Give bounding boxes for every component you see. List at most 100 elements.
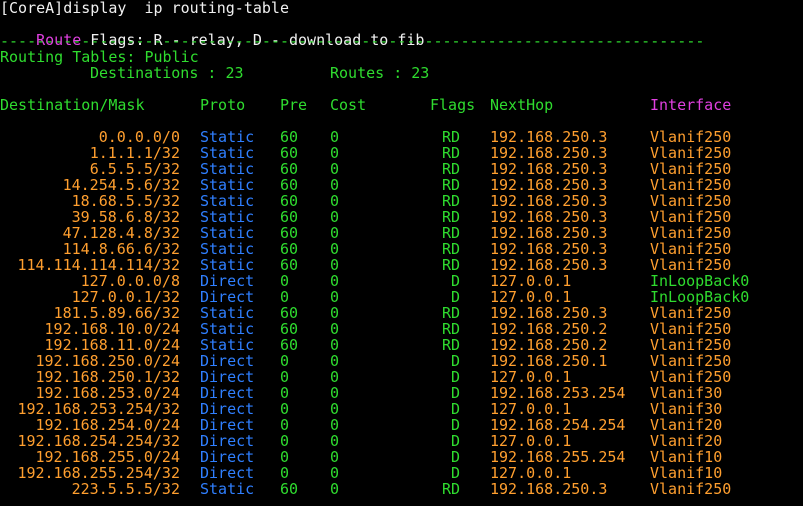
route-nexthop: 192.168.253.254 <box>490 384 626 402</box>
route-interface: Vlanif250 <box>650 352 732 370</box>
route-preference: 60 <box>280 224 299 242</box>
route-proto: Static <box>200 304 255 322</box>
route-preference: 0 <box>280 416 290 434</box>
route-proto: Direct <box>200 352 255 370</box>
route-interface: Vlanif250 <box>650 240 732 258</box>
route-preference: 0 <box>280 368 290 386</box>
table-row: 18.68.5.5/32 Static 60 0 RD 192.168.250.3 Vlan… <box>0 193 803 209</box>
route-destination: 192.168.253.0/24 <box>35 384 181 402</box>
route-flags: D <box>450 368 460 386</box>
table-row: 6.5.5.5/32 Static 60 0 RD 192.168.250.3 Vlanif… <box>0 161 803 177</box>
route-cost: 0 <box>330 240 340 258</box>
route-cost: 0 <box>330 160 340 178</box>
route-flags: RD <box>441 176 460 194</box>
route-interface: Vlanif250 <box>650 480 732 498</box>
route-cost: 0 <box>330 272 340 290</box>
route-nexthop: 192.168.250.3 <box>490 224 608 242</box>
route-proto: Static <box>200 256 255 274</box>
route-destination: 192.168.254.0/24 <box>35 416 181 434</box>
route-cost: 0 <box>330 208 340 226</box>
route-proto: Static <box>200 480 255 498</box>
table-row: 192.168.255.0/24 Direct 0 0 D 192.168.255.254… <box>0 449 803 465</box>
route-interface: Vlanif250 <box>650 256 732 274</box>
route-flags-legend: Route Flags: R - relay, D - download to … <box>0 16 424 48</box>
route-nexthop: 127.0.0.1 <box>490 400 572 418</box>
table-row: 192.168.11.0/24 Static 60 0 RD 192.168.250.2 V… <box>0 337 803 353</box>
route-interface: Vlanif20 <box>650 432 723 450</box>
route-flags: D <box>450 400 460 418</box>
route-proto: Static <box>200 320 255 338</box>
route-destination: 47.128.4.8/32 <box>62 224 180 242</box>
route-cost: 0 <box>330 432 340 450</box>
route-proto: Direct <box>200 448 255 466</box>
route-interface: InLoopBack0 <box>650 272 750 290</box>
route-cost: 0 <box>330 224 340 242</box>
route-preference: 0 <box>280 352 290 370</box>
route-proto: Static <box>200 208 255 226</box>
route-cost: 0 <box>330 144 340 162</box>
route-cost: 0 <box>330 176 340 194</box>
route-interface: Vlanif250 <box>650 224 732 242</box>
route-destination: 192.168.254.254/32 <box>17 432 180 450</box>
route-nexthop: 192.168.250.3 <box>490 128 608 146</box>
route-cost: 0 <box>330 368 340 386</box>
table-row: 0.0.0.0/0 Static 60 0 RD 192.168.250.3 Vlanif2… <box>0 129 803 145</box>
route-flags: D <box>450 432 460 450</box>
table-row: 192.168.254.0/24 Direct 0 0 D 192.168.254.254… <box>0 417 803 433</box>
route-interface: Vlanif250 <box>650 368 732 386</box>
route-preference: 0 <box>280 384 290 402</box>
route-interface: Vlanif250 <box>650 320 732 338</box>
route-cost: 0 <box>330 320 340 338</box>
separator-line: ----------------------------------------… <box>0 32 705 50</box>
summary-line: Destinations : 23 Routes : 23 <box>0 65 429 81</box>
route-preference: 60 <box>280 256 299 274</box>
command-prompt-line: [CoreA]display ip routing-table <box>0 0 289 17</box>
route-interface: Vlanif250 <box>650 144 732 162</box>
route-proto: Direct <box>200 416 255 434</box>
table-row: 181.5.89.66/32 Static 60 0 RD 192.168.250.3 Vl… <box>0 305 803 321</box>
route-destination: 114.114.114.114/32 <box>17 256 180 274</box>
route-cost: 0 <box>330 128 340 146</box>
route-cost: 0 <box>330 448 340 466</box>
route-nexthop: 192.168.250.2 <box>490 320 608 338</box>
routes-count: Routes : 23 <box>330 64 430 82</box>
route-destination: 192.168.250.1/32 <box>35 368 181 386</box>
route-interface: Vlanif10 <box>650 464 723 482</box>
route-flags: RD <box>441 480 460 498</box>
table-row: 127.0.0.0/8 Direct 0 0 D 127.0.0.1 InLoopBack0 <box>0 273 803 289</box>
table-row: 47.128.4.8/32 Static 60 0 RD 192.168.250.3 Vla… <box>0 225 803 241</box>
route-flags: D <box>450 448 460 466</box>
route-flags: RD <box>441 304 460 322</box>
route-proto: Static <box>200 176 255 194</box>
route-flags: RD <box>441 208 460 226</box>
route-proto: Direct <box>200 272 255 290</box>
route-proto: Static <box>200 224 255 242</box>
route-flags: D <box>450 416 460 434</box>
route-proto: Direct <box>200 400 255 418</box>
route-preference: 60 <box>280 144 299 162</box>
header-nexthop: NextHop <box>490 96 554 114</box>
route-proto: Direct <box>200 288 255 306</box>
route-preference: 60 <box>280 480 299 498</box>
route-interface: Vlanif30 <box>650 400 723 418</box>
route-preference: 0 <box>280 400 290 418</box>
table-row: 14.254.5.6/32 Static 60 0 RD 192.168.250.3 Vla… <box>0 177 803 193</box>
table-row: 192.168.250.1/32 Direct 0 0 D 127.0.0.1 Vlanif… <box>0 369 803 385</box>
route-cost: 0 <box>330 400 340 418</box>
route-destination: 192.168.253.254/32 <box>17 400 180 418</box>
route-destination: 14.254.5.6/32 <box>62 176 180 194</box>
route-interface: InLoopBack0 <box>650 288 750 306</box>
route-interface: Vlanif250 <box>650 208 732 226</box>
route-cost: 0 <box>330 192 340 210</box>
route-nexthop: 192.168.250.3 <box>490 144 608 162</box>
route-flags: D <box>450 352 460 370</box>
route-nexthop: 192.168.250.3 <box>490 256 608 274</box>
route-interface: Vlanif30 <box>650 384 723 402</box>
route-nexthop: 127.0.0.1 <box>490 368 572 386</box>
header-flags: Flags <box>430 96 476 114</box>
route-preference: 60 <box>280 336 299 354</box>
route-interface: Vlanif250 <box>650 336 732 354</box>
route-nexthop: 192.168.254.254 <box>490 416 626 434</box>
route-preference: 0 <box>280 464 290 482</box>
route-proto: Direct <box>200 384 255 402</box>
